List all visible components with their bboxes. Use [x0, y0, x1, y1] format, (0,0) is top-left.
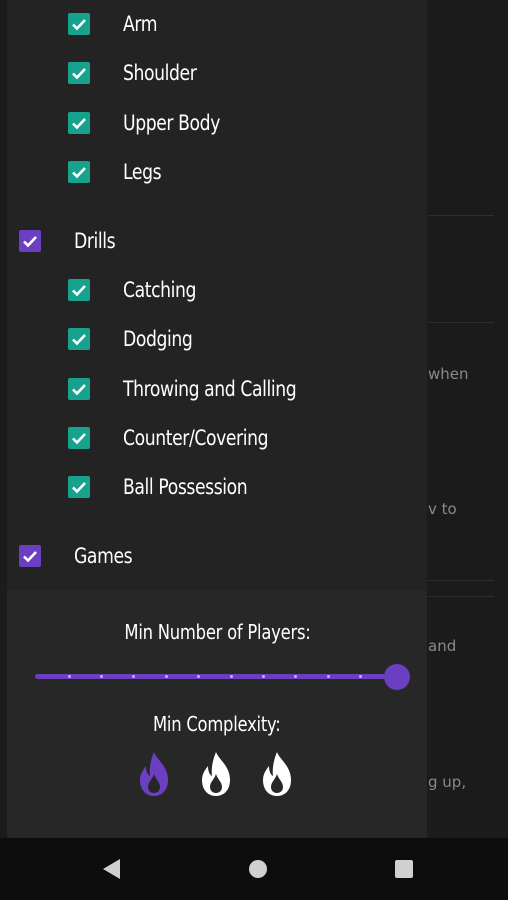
- filter-item-label: Legs: [123, 160, 162, 184]
- filter-category-drills[interactable]: Drills: [7, 221, 427, 261]
- filter-drawer: Arm Shoulder Upper Body Legs Drills Catc…: [7, 0, 427, 838]
- slider-tick: [262, 675, 265, 678]
- slider-tick: [132, 675, 135, 678]
- filter-category-games[interactable]: Games: [7, 536, 427, 576]
- check-icon: [72, 19, 86, 31]
- min-players-slider[interactable]: [35, 674, 397, 679]
- filter-item-dodging[interactable]: Dodging: [7, 319, 427, 359]
- slider-tick: [100, 675, 103, 678]
- filter-item-label: Upper Body: [123, 111, 220, 135]
- min-players-title: Min Number of Players:: [123, 620, 311, 644]
- filter-item-label: Ball Possession: [123, 475, 248, 499]
- category-filter-list: Arm Shoulder Upper Body Legs Drills Catc…: [7, 0, 427, 590]
- divider: [428, 596, 494, 597]
- slider-tick: [294, 675, 297, 678]
- slider-thumb[interactable]: [384, 664, 410, 690]
- system-navigation-bar: [0, 838, 508, 900]
- slider-tick: [197, 675, 200, 678]
- filter-item-upper-body[interactable]: Upper Body: [7, 103, 427, 143]
- check-icon: [72, 118, 86, 130]
- flame-icon[interactable]: [257, 750, 297, 798]
- filter-item-catching[interactable]: Catching: [7, 270, 427, 310]
- check-icon: [23, 236, 37, 248]
- filter-controls: Min Number of Players: Min Complexity:: [7, 590, 427, 838]
- checkbox[interactable]: [68, 427, 90, 449]
- checkbox[interactable]: [68, 378, 90, 400]
- background-text: and: [428, 637, 457, 655]
- back-triangle-icon[interactable]: [96, 854, 126, 884]
- filter-item-label: Dodging: [123, 327, 193, 351]
- slider-tick: [327, 675, 330, 678]
- filter-item-arm[interactable]: Arm: [7, 4, 427, 44]
- checkbox[interactable]: [68, 13, 90, 35]
- background-text: when: [428, 365, 469, 383]
- complexity-selector: [7, 750, 427, 802]
- filter-item-throwing-and-calling[interactable]: Throwing and Calling: [7, 369, 427, 409]
- filter-item-label: Counter/Covering: [123, 426, 269, 450]
- checkbox[interactable]: [68, 476, 90, 498]
- filter-item-counter-covering[interactable]: Counter/Covering: [7, 418, 427, 458]
- slider-tick: [68, 675, 71, 678]
- check-icon: [23, 551, 37, 563]
- filter-item-legs[interactable]: Legs: [7, 152, 427, 192]
- background-text: g up,: [428, 773, 467, 791]
- background-text: v to: [428, 500, 457, 518]
- checkbox[interactable]: [68, 161, 90, 183]
- checkbox[interactable]: [19, 230, 41, 252]
- checkbox[interactable]: [19, 545, 41, 567]
- checkbox[interactable]: [68, 328, 90, 350]
- filter-category-label: Games: [74, 544, 133, 568]
- filter-category-label: Drills: [74, 229, 116, 253]
- filter-item-shoulder[interactable]: Shoulder: [7, 53, 427, 93]
- check-icon: [72, 167, 86, 179]
- checkbox[interactable]: [68, 62, 90, 84]
- filter-item-label: Catching: [123, 278, 197, 302]
- filter-item-ball-possession[interactable]: Ball Possession: [7, 467, 427, 507]
- recents-square-icon[interactable]: [389, 854, 419, 884]
- filter-item-label: Throwing and Calling: [123, 377, 297, 401]
- divider: [428, 580, 494, 581]
- divider: [428, 215, 494, 216]
- home-circle-icon[interactable]: [243, 854, 273, 884]
- slider-tick: [230, 675, 233, 678]
- check-icon: [72, 433, 86, 445]
- check-icon: [72, 68, 86, 80]
- slider-tick: [165, 675, 168, 678]
- flame-icon[interactable]: [134, 750, 174, 798]
- check-icon: [72, 384, 86, 396]
- check-icon: [72, 285, 86, 297]
- checkbox[interactable]: [68, 279, 90, 301]
- check-icon: [72, 334, 86, 346]
- check-icon: [72, 482, 86, 494]
- filter-item-label: Arm: [123, 12, 158, 36]
- flame-icon[interactable]: [196, 750, 236, 798]
- filter-item-label: Shoulder: [123, 61, 197, 85]
- divider: [428, 322, 494, 323]
- slider-tick: [359, 675, 362, 678]
- min-complexity-title: Min Complexity:: [153, 712, 281, 736]
- checkbox[interactable]: [68, 112, 90, 134]
